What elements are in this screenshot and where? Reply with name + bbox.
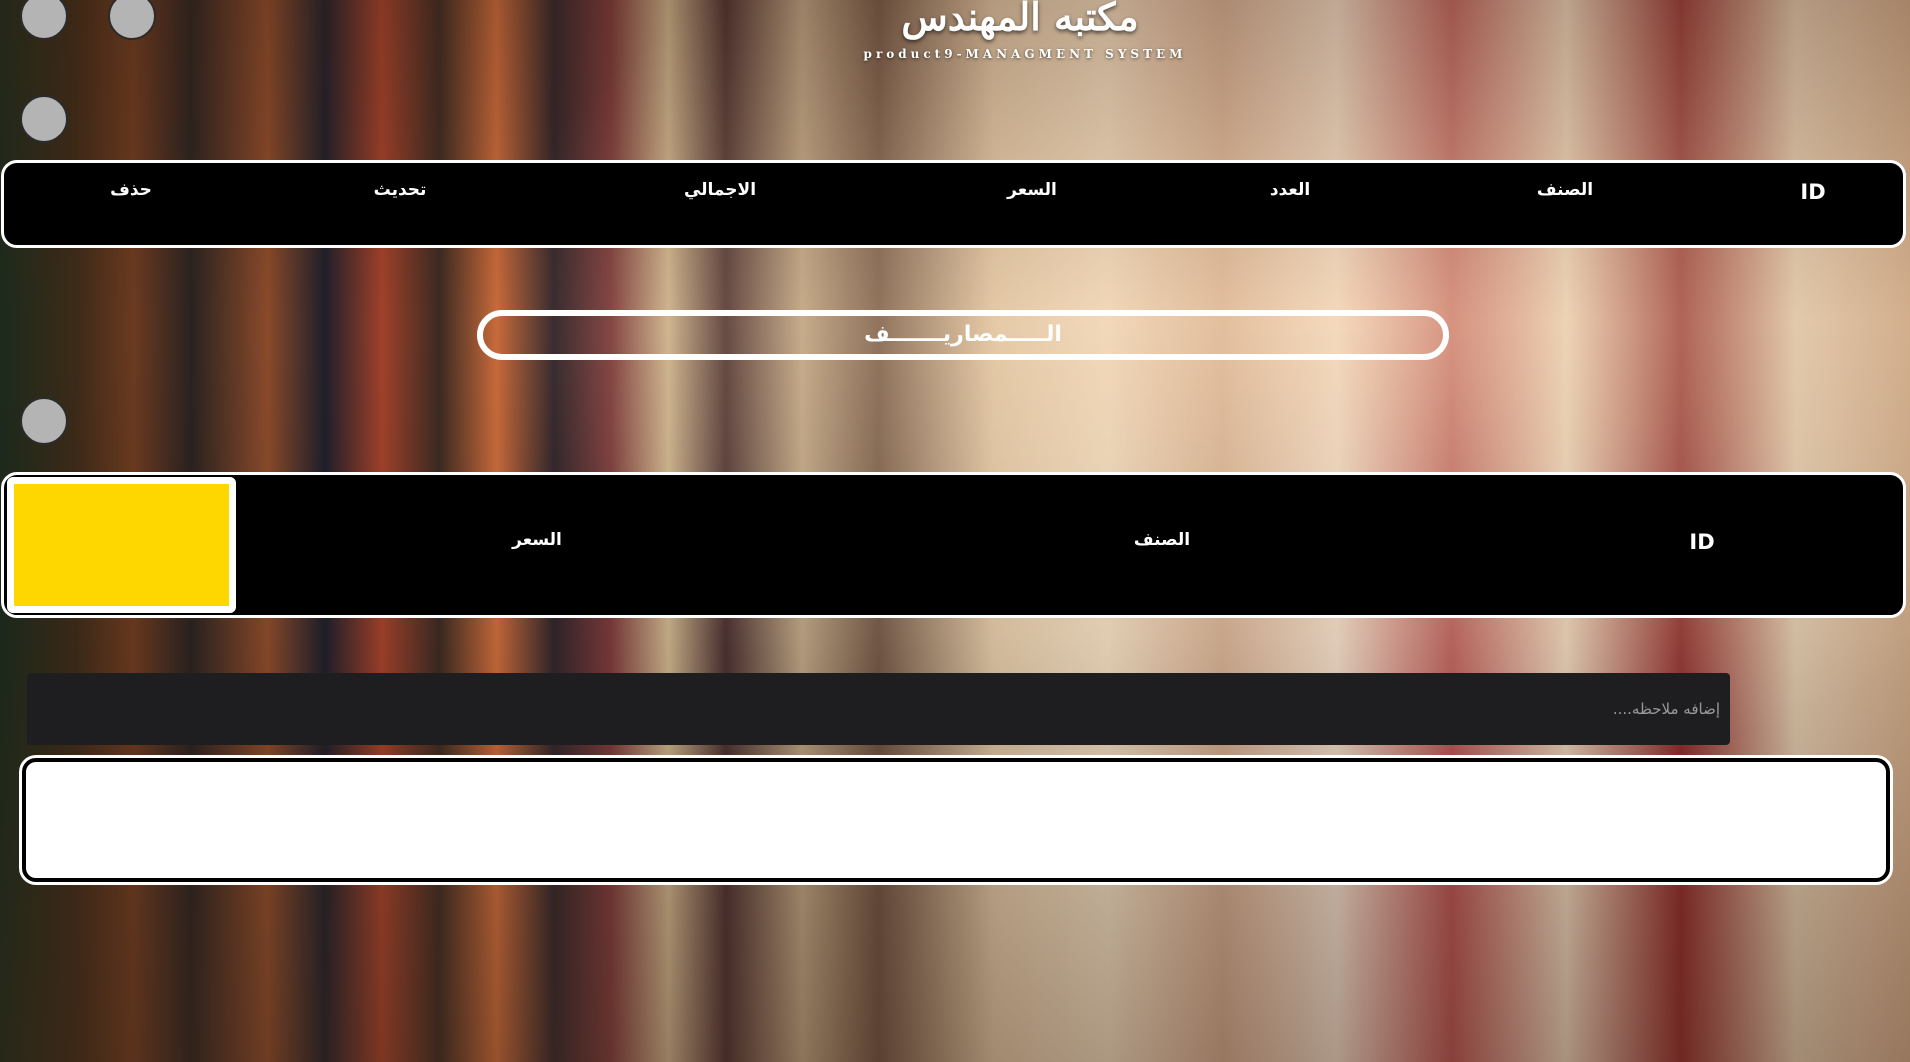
expenses-table-header: ID الصنف السعر xyxy=(1,472,1906,618)
app-subtitle: product9-MANAGMENT SYSTEM xyxy=(863,47,1187,61)
circle-button-3[interactable] xyxy=(20,95,68,143)
column-delete[interactable]: حذف xyxy=(110,180,152,200)
products-table-header: ID الصنف العدد السعر الاجمالي تحديث حذف xyxy=(1,160,1906,248)
expenses-column-category: الصنف xyxy=(1133,530,1191,550)
add-note-input[interactable] xyxy=(27,673,1730,745)
column-total: الاجمالي xyxy=(683,180,757,200)
expenses-column-id: ID xyxy=(1689,530,1715,554)
expenses-column-price: السعر xyxy=(512,530,562,550)
app-title: مكتبه المهندس xyxy=(901,0,1139,39)
circle-button-4[interactable] xyxy=(20,397,68,445)
column-id: ID xyxy=(1800,180,1826,204)
expenses-section-title: الـــــمصاريـــــــف xyxy=(477,310,1449,360)
add-expense-button[interactable] xyxy=(7,477,236,613)
column-price: السعر xyxy=(1007,180,1057,200)
column-quantity: العدد xyxy=(1269,180,1311,200)
notes-display-area xyxy=(22,758,1890,882)
column-category: الصنف xyxy=(1536,180,1594,200)
column-update[interactable]: تحديث xyxy=(374,180,427,200)
